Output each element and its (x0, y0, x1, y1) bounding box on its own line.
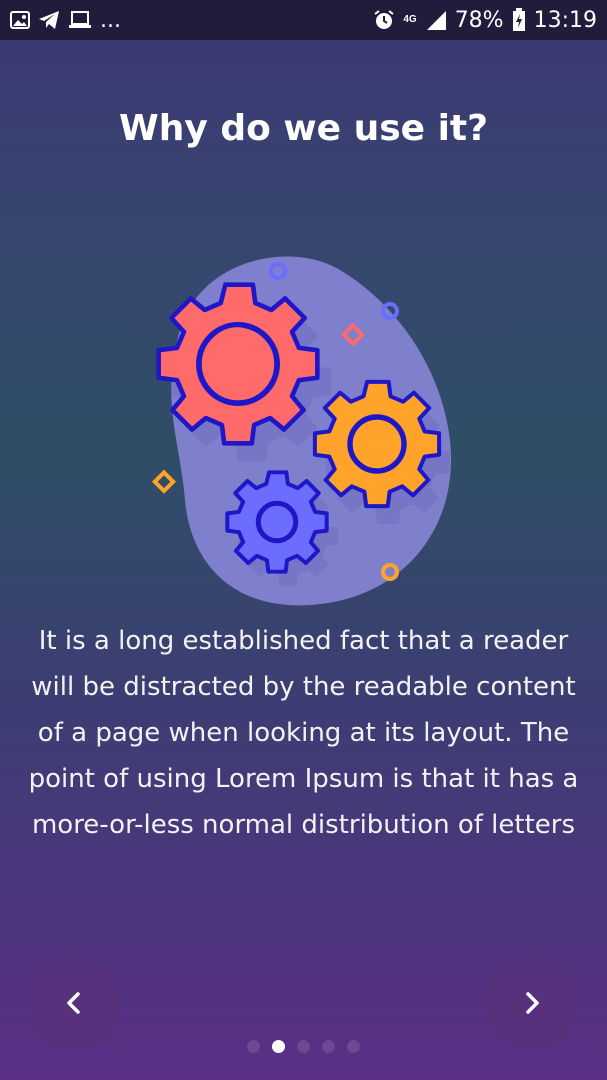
laptop-icon (68, 11, 92, 29)
status-bar: ... 4G 78% 13:19 (0, 0, 607, 40)
page-title: Why do we use it? (118, 108, 489, 149)
page-dot[interactable] (297, 1040, 310, 1053)
decor-diamond (151, 469, 177, 494)
orange-gear (315, 382, 439, 506)
page-dot[interactable] (322, 1040, 335, 1053)
previous-button[interactable] (27, 958, 121, 1052)
clock: 13:19 (533, 7, 597, 33)
alarm-icon (373, 9, 395, 31)
next-button[interactable] (485, 958, 579, 1052)
gears-illustration (140, 240, 470, 610)
page-dot[interactable] (347, 1040, 360, 1053)
signal-icon (425, 9, 447, 31)
battery-percent: 78% (454, 7, 504, 33)
chevron-left-icon (64, 991, 84, 1020)
page-indicator (0, 1040, 607, 1053)
onboarding-description: It is a long established fact that a rea… (28, 626, 579, 840)
red-gear (159, 285, 318, 444)
blue-gear (225, 470, 329, 574)
battery-charging-icon (512, 8, 526, 32)
page-dot[interactable] (247, 1040, 260, 1053)
telegram-icon (38, 10, 60, 30)
chevron-right-icon (522, 991, 542, 1020)
more-notifications: ... (100, 7, 121, 33)
page-dot-active[interactable] (272, 1040, 285, 1053)
gallery-icon (10, 11, 30, 29)
network-type: 4G (403, 14, 417, 25)
